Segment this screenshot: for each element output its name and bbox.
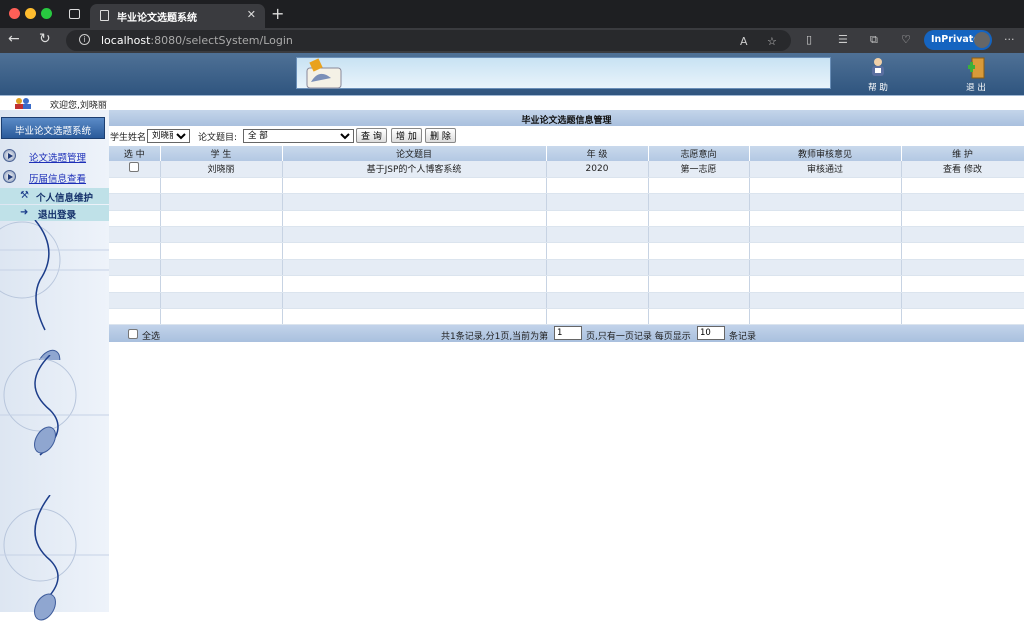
main-panel: 毕业论文选题信息管理 学生姓名 刘晓丽 论文题目: 全 部 查 询 增 加 删 … <box>109 110 1024 343</box>
table-row-empty <box>109 177 1024 195</box>
view-link[interactable]: 查看 <box>943 165 961 175</box>
cell-wish: 第一志愿 <box>648 161 750 178</box>
student-select[interactable]: 刘晓丽 <box>147 129 190 143</box>
help-button[interactable]: 帮 助 <box>860 56 896 93</box>
cell-grade: 2020 <box>546 161 649 178</box>
cell-student: 刘晓丽 <box>160 161 283 178</box>
sidebar-item-history[interactable]: 历届信息查看 <box>0 168 109 186</box>
info-icon[interactable]: i <box>79 34 90 45</box>
col-review: 教师审核意见 <box>749 146 902 161</box>
col-student: 学 生 <box>160 146 283 161</box>
help-person-icon <box>872 58 884 76</box>
arrow-bullet-icon <box>3 170 16 183</box>
pagination-mid: 页,只有一页记录 每页显示 <box>586 332 691 343</box>
table-row-empty <box>109 275 1024 293</box>
tab-title: 毕业论文选题系统 <box>117 13 197 24</box>
sidebar-title: 毕业论文选题系统 <box>1 117 105 139</box>
per-page-input[interactable] <box>697 326 725 341</box>
cell-topic: 基于JSP的个人博客系统 <box>282 161 547 178</box>
mouse-globe-decoration <box>0 495 109 621</box>
split-screen-icon[interactable]: ▯ <box>806 33 812 46</box>
welcome-bar: 欢迎您,刘晓丽 <box>0 95 1024 111</box>
mouse-globe-decoration <box>0 355 109 456</box>
col-select: 选 中 <box>109 146 161 161</box>
delete-button[interactable]: 删 除 <box>425 128 456 143</box>
books-logo-icon <box>306 58 342 89</box>
add-button[interactable]: 增 加 <box>391 128 422 143</box>
close-tab-icon[interactable]: ✕ <box>247 8 256 21</box>
extensions-icon[interactable]: ♡ <box>901 33 911 46</box>
page-icon <box>100 10 109 21</box>
sidebar-item-thesis-management[interactable]: 论文选题管理 <box>0 147 109 165</box>
pagination-summary: 共1条记录,分1页,当前为第 <box>441 332 549 343</box>
table-row-empty <box>109 259 1024 277</box>
favorites-list-icon[interactable]: ☰ <box>838 33 848 46</box>
browser-tab-strip: 毕业论文选题系统 ✕ + <box>0 0 1024 28</box>
page-title: 毕业论文选题信息管理 <box>109 110 1024 126</box>
table-header: 选 中 学 生 论文题目 年 级 志愿意向 教师审核意见 维 护 <box>109 146 1024 161</box>
browser-tab[interactable]: 毕业论文选题系统 ✕ <box>90 4 265 28</box>
avatar <box>974 32 990 48</box>
banner <box>296 57 831 89</box>
users-icon <box>15 98 31 109</box>
back-icon[interactable]: ← <box>8 31 20 47</box>
col-wish: 志愿意向 <box>648 146 750 161</box>
select-all-checkbox[interactable] <box>128 329 138 340</box>
topic-label: 论文题目: <box>198 133 238 143</box>
mouse-globe-decoration <box>0 220 109 360</box>
app-header: 帮 助 退 出 <box>0 53 1024 95</box>
more-icon[interactable]: ··· <box>1004 33 1015 46</box>
table-row-empty <box>109 226 1024 244</box>
tab-actions-icon[interactable] <box>69 9 80 19</box>
table-row-empty <box>109 308 1024 326</box>
cell-actions: 查看 修改 <box>901 161 1024 178</box>
query-button[interactable]: 查 询 <box>356 128 387 143</box>
student-name-label: 学生姓名 <box>110 133 147 143</box>
sidebar-item-profile[interactable]: ⚒ 个人信息维护 <box>0 188 109 204</box>
close-window-button[interactable] <box>9 8 20 19</box>
favorite-icon[interactable]: ☆ <box>767 35 777 48</box>
inprivate-badge[interactable]: InPrivate <box>924 30 992 50</box>
read-aloud-icon[interactable]: A <box>740 35 748 48</box>
logout-button[interactable]: 退 出 <box>958 56 994 93</box>
thesis-table: 选 中 学 生 论文题目 年 级 志愿意向 教师审核意见 维 护 刘晓丽 基于J… <box>109 146 1024 326</box>
pagination-tail: 条记录 <box>729 332 757 343</box>
minimize-window-button[interactable] <box>25 8 36 19</box>
edit-link[interactable]: 修改 <box>964 165 982 175</box>
address-bar[interactable]: i localhost:8080/selectSystem/Login A ☆ <box>66 30 791 51</box>
url-text: localhost:8080/selectSystem/Login <box>101 34 293 47</box>
table-row-empty <box>109 193 1024 211</box>
sidebar: 毕业论文选题系统 论文选题管理 历届信息查看 ⚒ 个人信息维护 ➜ 退出登录 <box>0 110 109 621</box>
cell-review: 审核通过 <box>749 161 902 178</box>
exit-door-icon <box>968 57 985 79</box>
exit-icon: ➜ <box>20 207 29 218</box>
maximize-window-button[interactable] <box>41 8 52 19</box>
table-row: 刘晓丽 基于JSP的个人博客系统 2020 第一志愿 审核通过 查看 修改 <box>109 161 1024 178</box>
arrow-bullet-icon <box>3 149 16 162</box>
collections-icon[interactable]: ⧉ <box>870 33 878 47</box>
select-all-label: 全选 <box>142 332 161 343</box>
tool-icon: ⚒ <box>20 190 29 201</box>
row-checkbox[interactable] <box>129 162 140 173</box>
page-input[interactable] <box>554 326 582 341</box>
refresh-icon[interactable]: ↻ <box>39 31 51 47</box>
table-row-empty <box>109 242 1024 260</box>
topic-select[interactable]: 全 部 <box>243 129 354 143</box>
browser-toolbar: ← ↻ i localhost:8080/selectSystem/Login … <box>0 28 1024 53</box>
filter-bar: 学生姓名 刘晓丽 论文题目: 全 部 查 询 增 加 删 除 <box>109 126 1024 146</box>
table-footer: 全选 共1条记录,分1页,当前为第 页,只有一页记录 每页显示 条记录 <box>109 325 1024 343</box>
sidebar-item-logout[interactable]: ➜ 退出登录 <box>0 205 109 221</box>
col-maintain: 维 护 <box>901 146 1024 161</box>
table-row-empty <box>109 292 1024 310</box>
col-topic: 论文题目 <box>282 146 547 161</box>
table-row-empty <box>109 210 1024 228</box>
col-grade: 年 级 <box>546 146 649 161</box>
new-tab-button[interactable]: + <box>271 4 284 23</box>
